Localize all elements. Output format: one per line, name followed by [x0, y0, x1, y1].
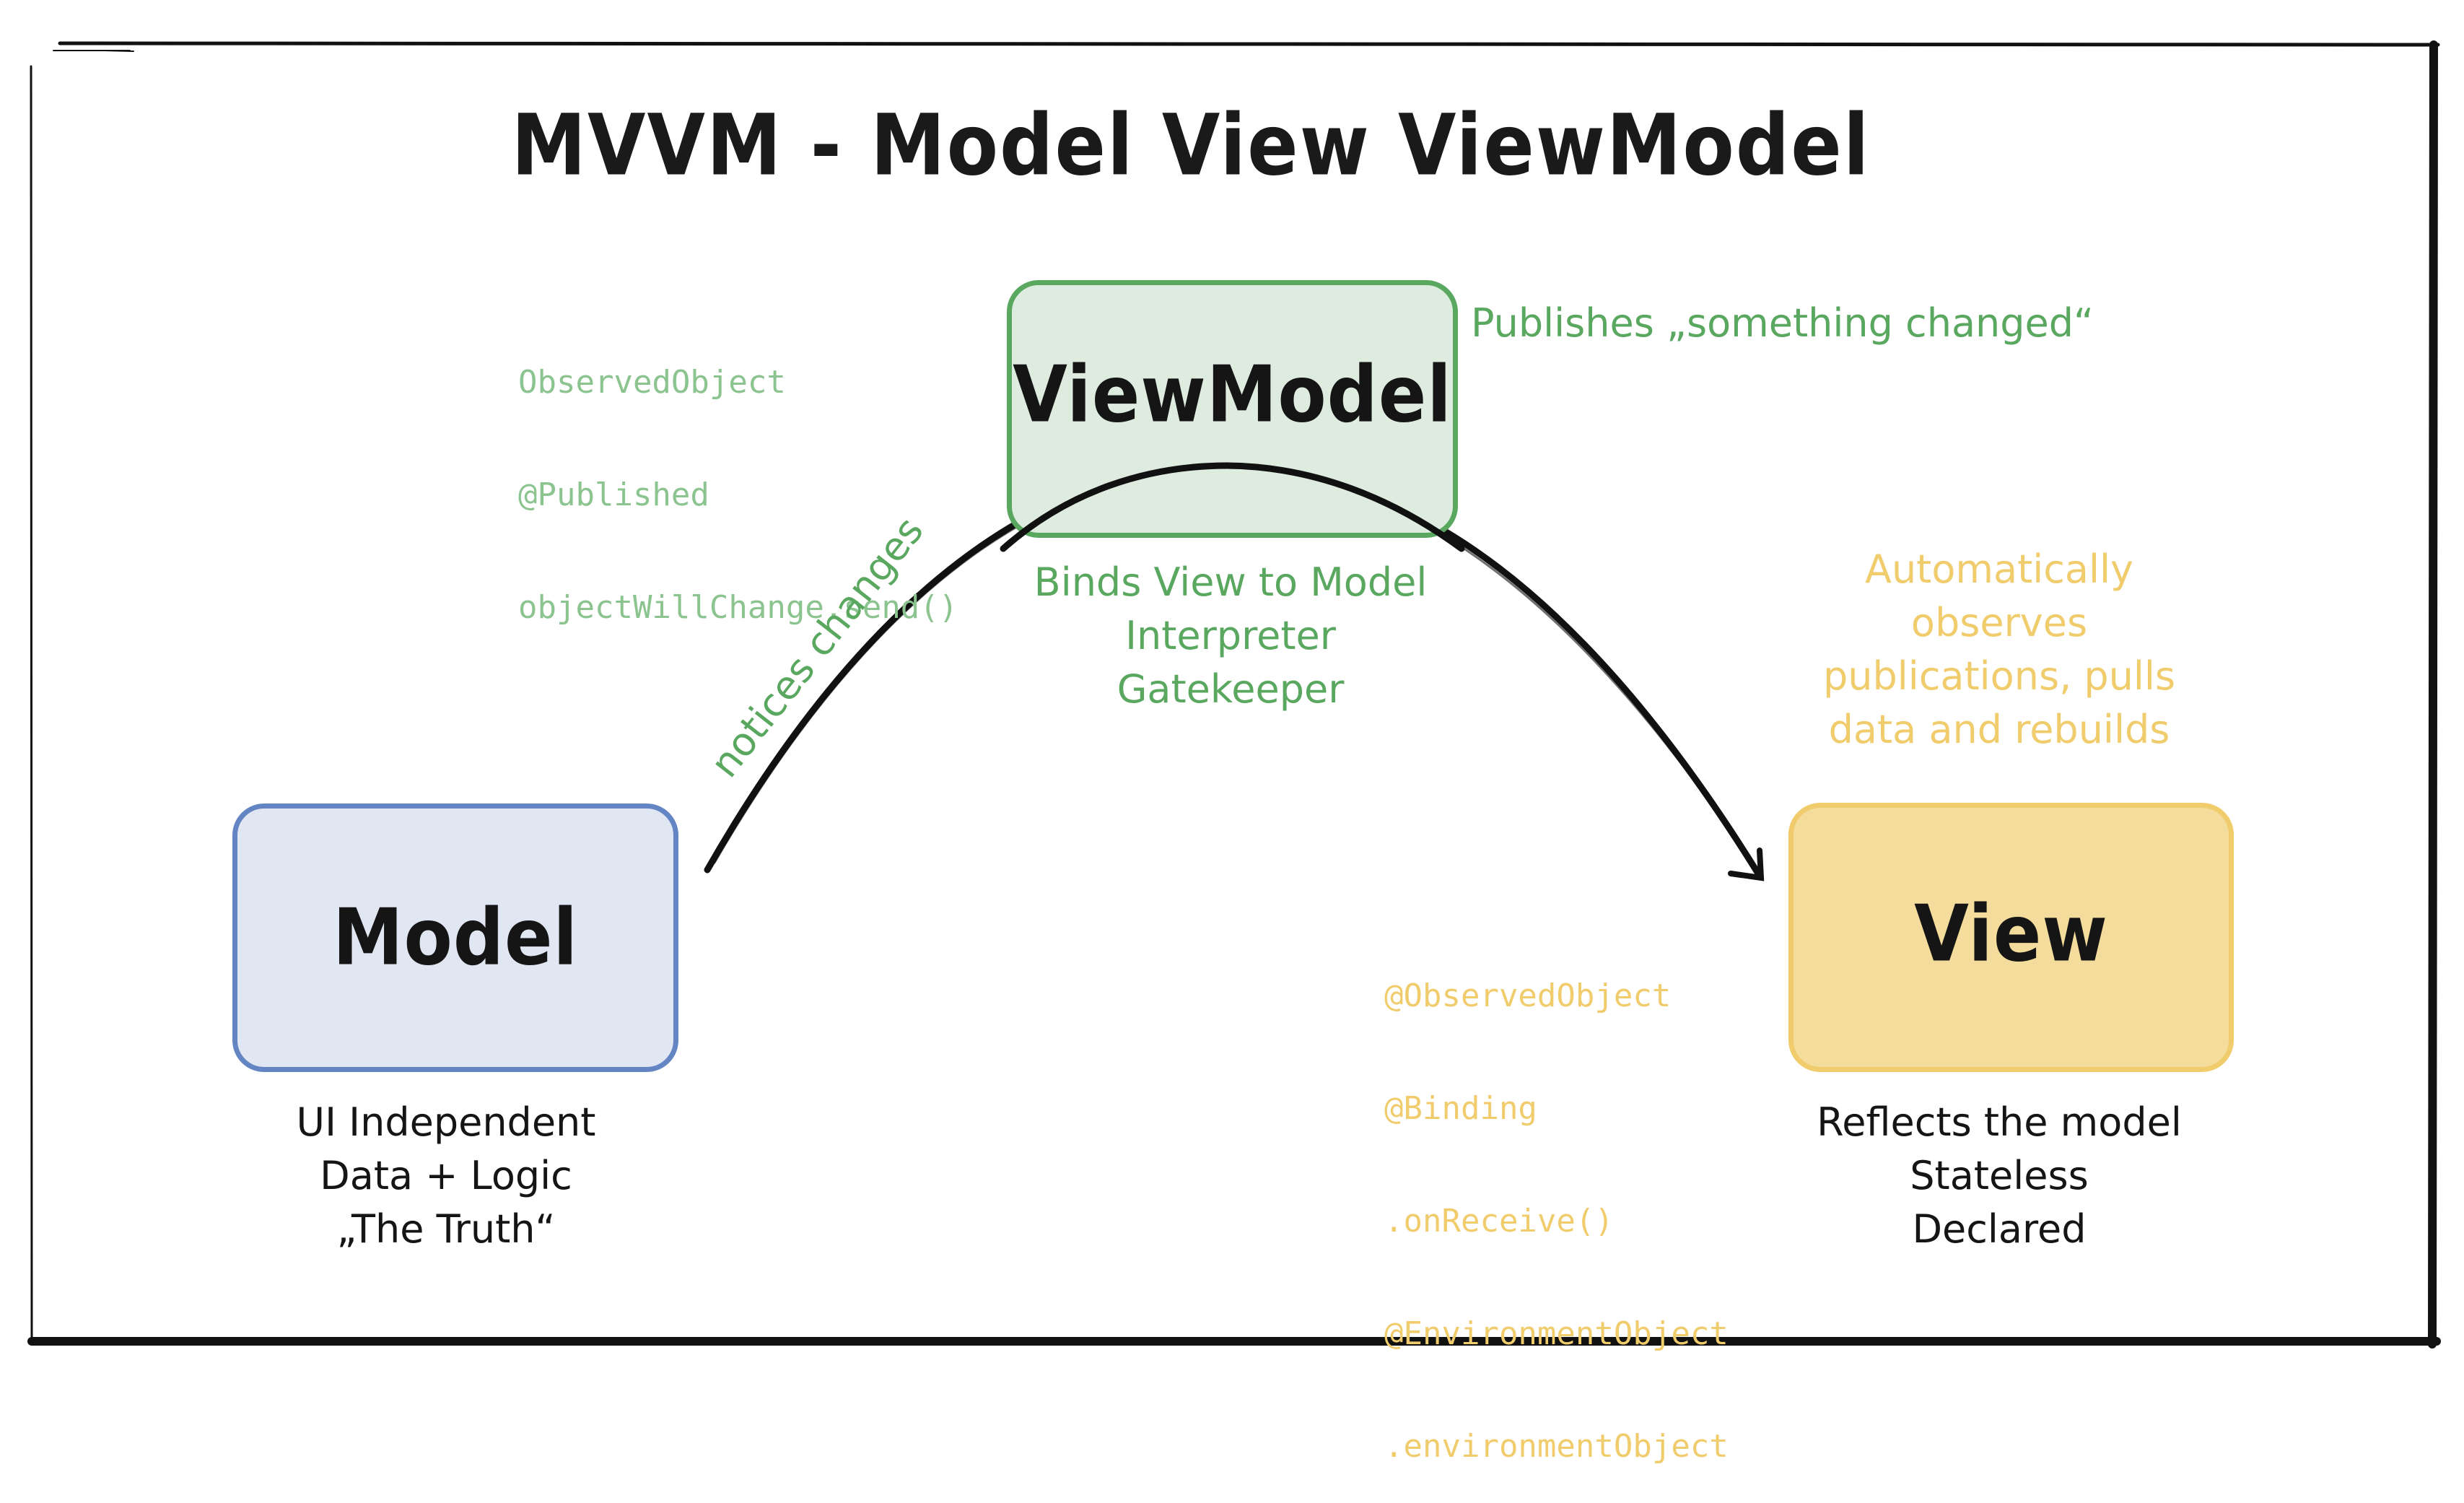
model-description-line: Data + Logic [320, 1153, 572, 1198]
view-code-line: .environmentObject [1384, 1428, 1729, 1465]
view-code-line: @ObservedObject [1384, 977, 1672, 1014]
view-observes-line: data and rebuilds [1828, 707, 2170, 752]
model-description-line: „The Truth“ [336, 1206, 556, 1252]
view-observes-line: publications, pulls [1822, 653, 2176, 699]
viewmodel-description-line: Gatekeeper [1117, 666, 1345, 712]
viewmodel-code-line: @Published [518, 476, 709, 513]
view-description-line: Stateless [1910, 1153, 2089, 1198]
viewmodel-label: ViewModel [1013, 349, 1452, 440]
viewmodel-code-line: ObservedObject [518, 364, 786, 401]
view-description-line: Reflects the model [1817, 1099, 2182, 1145]
view-observes-line: Automatically [1865, 546, 2133, 592]
view-code-list: @ObservedObject @Binding .onReceive() @E… [1384, 902, 1729, 1503]
view-code-line: .onReceive() [1384, 1203, 1614, 1240]
frame-left-edge [30, 65, 33, 1346]
view-code-line: @Binding [1384, 1090, 1537, 1127]
model-description: UI Independent Data + Logic „The Truth“ [230, 1096, 663, 1256]
view-description: Reflects the model Stateless Declared [1783, 1096, 2216, 1256]
view-box: View [1788, 803, 2234, 1072]
viewmodel-code-list: ObservedObject @Published objectWillChan… [518, 289, 958, 664]
view-observes-line: observes [1910, 600, 2088, 645]
view-code-line: @EnvironmentObject [1384, 1315, 1729, 1352]
diagram-title: MVVM - Model View ViewModel [511, 95, 1871, 195]
frame-top-edge [58, 41, 2440, 47]
viewmodel-description: Binds View to Model Interpreter Gatekeep… [1014, 556, 1447, 716]
model-label: Model [332, 892, 579, 983]
viewmodel-description-line: Interpreter [1125, 613, 1336, 658]
viewmodel-box: ViewModel [1007, 280, 1458, 538]
model-description-line: UI Independent [296, 1099, 596, 1145]
view-description-line: Declared [1912, 1206, 2087, 1252]
publishes-note: Publishes „something changed“ [1471, 300, 2094, 346]
model-box: Model [232, 803, 678, 1072]
view-label: View [1914, 888, 2108, 980]
viewmodel-code-line: objectWillChange.send() [518, 589, 958, 626]
viewmodel-description-line: Binds View to Model [1034, 559, 1428, 605]
frame-right-edge [2428, 40, 2438, 1349]
view-observes-note: Automatically observes publications, pul… [1783, 543, 2216, 757]
